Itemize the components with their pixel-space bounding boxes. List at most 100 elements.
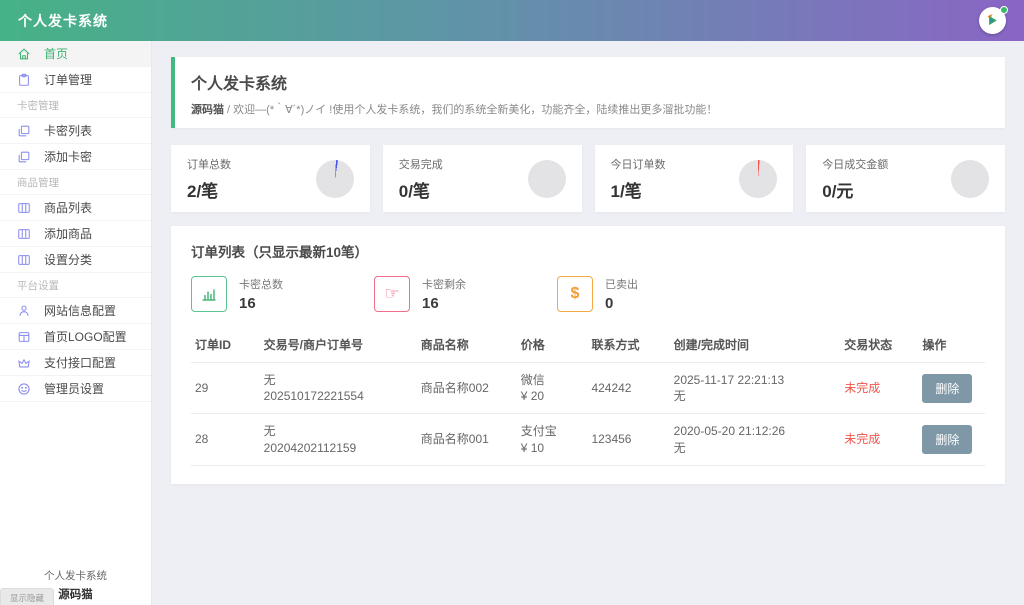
sidebar-item-label: 设置分类 bbox=[44, 251, 92, 268]
mini-stat-label: 卡密剩余 bbox=[422, 276, 466, 292]
orders-table: 订单ID 交易号/商户订单号 商品名称 价格 联系方式 创建/完成时间 交易状态… bbox=[191, 327, 985, 466]
stat-value: 1/笔 bbox=[611, 177, 666, 202]
sidebar-item-orders[interactable]: 订单管理 bbox=[0, 67, 151, 93]
sidebar-item-payment-config[interactable]: 支付接口配置 bbox=[0, 350, 151, 376]
cell-action: 删除 bbox=[918, 414, 985, 465]
banner-author: 源码猫 bbox=[191, 104, 224, 116]
sidebar-section-platform: 平台设置 bbox=[0, 273, 151, 298]
stat-value: 0/笔 bbox=[399, 177, 443, 202]
sidebar-item-label: 添加卡密 bbox=[44, 148, 92, 165]
pie-chart-icon bbox=[739, 160, 777, 198]
table-row: 29 无 202510172221554 商品名称002 微信 ¥ 20 424… bbox=[191, 363, 985, 414]
banner-title: 个人发卡系统 bbox=[191, 70, 989, 94]
sidebar-item-label: 添加商品 bbox=[44, 225, 92, 242]
stats-row: 订单总数 2/笔 交易完成 0/笔 今日订单数 1/笔 今日成交金额 0/元 bbox=[171, 145, 1005, 212]
sidebar-item-site-info[interactable]: 网站信息配置 bbox=[0, 298, 151, 324]
pie-chart-icon bbox=[951, 160, 989, 198]
cell-price: 微信 ¥ 20 bbox=[517, 363, 588, 414]
table-header-row: 订单ID 交易号/商户订单号 商品名称 价格 联系方式 创建/完成时间 交易状态… bbox=[191, 327, 985, 363]
layout-icon bbox=[17, 330, 31, 344]
order-list-panel: 订单列表（只显示最新10笔） 卡密总数 16 ☞ 卡密剩余 16 $ bbox=[171, 226, 1005, 484]
cell-action: 删除 bbox=[918, 363, 985, 414]
home-icon bbox=[17, 47, 31, 61]
col-header-action: 操作 bbox=[918, 327, 985, 363]
book-icon bbox=[17, 201, 31, 215]
dollar-icon: $ bbox=[557, 276, 593, 312]
sidebar: 首页 订单管理 卡密管理 卡密列表 添加卡密 商品管理 商品列表 添加商品 bbox=[0, 41, 152, 605]
sidebar-item-logo-config[interactable]: 首页LOGO配置 bbox=[0, 324, 151, 350]
col-header-price: 价格 bbox=[517, 327, 588, 363]
stat-value: 2/笔 bbox=[187, 177, 231, 202]
delete-button[interactable]: 删除 bbox=[922, 425, 972, 454]
mini-stats-row: 卡密总数 16 ☞ 卡密剩余 16 $ 已卖出 0 bbox=[191, 276, 985, 312]
sidebar-item-product-list[interactable]: 商品列表 bbox=[0, 195, 151, 221]
sidebar-item-card-add[interactable]: 添加卡密 bbox=[0, 144, 151, 170]
stat-label: 订单总数 bbox=[187, 156, 231, 172]
top-header-bar: 个人发卡系统 bbox=[0, 0, 1024, 41]
book-icon bbox=[17, 253, 31, 267]
mini-stat-label: 卡密总数 bbox=[239, 276, 283, 292]
crown-icon bbox=[17, 356, 31, 370]
stat-label: 交易完成 bbox=[399, 156, 443, 172]
col-header-time: 创建/完成时间 bbox=[670, 327, 841, 363]
book-icon bbox=[17, 227, 31, 241]
sidebar-item-product-add[interactable]: 添加商品 bbox=[0, 221, 151, 247]
stat-card-today-orders: 今日订单数 1/笔 bbox=[595, 145, 794, 212]
sidebar-section-cards: 卡密管理 bbox=[0, 93, 151, 118]
col-header-contact: 联系方式 bbox=[587, 327, 669, 363]
mini-stat-card-remaining: ☞ 卡密剩余 16 bbox=[374, 276, 557, 312]
sidebar-item-label: 支付接口配置 bbox=[44, 354, 116, 371]
sidebar-item-label: 网站信息配置 bbox=[44, 302, 116, 319]
status-badge: 未完成 bbox=[844, 381, 880, 395]
layers-icon bbox=[17, 150, 31, 164]
cell-status: 未完成 bbox=[840, 363, 918, 414]
smiley-icon bbox=[17, 382, 31, 396]
sidebar-item-admin-settings[interactable]: 管理员设置 bbox=[0, 376, 151, 402]
main-content: 个人发卡系统 源码猫 / 欢迎—(*｀∀´*)ノイ !使用个人发卡系统，我们的系… bbox=[152, 41, 1024, 605]
welcome-banner: 个人发卡系统 源码猫 / 欢迎—(*｀∀´*)ノイ !使用个人发卡系统，我们的系… bbox=[171, 57, 1005, 128]
sidebar-item-label: 首页LOGO配置 bbox=[44, 328, 127, 345]
cell-time: 2020-05-20 21:12:26 无 bbox=[670, 414, 841, 465]
stat-value: 0/元 bbox=[822, 177, 888, 202]
table-row: 28 无 20204202112159 商品名称001 支付宝 ¥ 10 123… bbox=[191, 414, 985, 465]
cell-order-id: 29 bbox=[191, 363, 260, 414]
col-header-product: 商品名称 bbox=[417, 327, 517, 363]
cell-contact: 123456 bbox=[587, 414, 669, 465]
sidebar-item-label: 订单管理 bbox=[44, 71, 92, 88]
cell-txn: 无 20204202112159 bbox=[260, 414, 417, 465]
delete-button[interactable]: 删除 bbox=[922, 374, 972, 403]
cell-time: 2025-11-17 22:21:13 无 bbox=[670, 363, 841, 414]
banner-subtitle: 源码猫 / 欢迎—(*｀∀´*)ノイ !使用个人发卡系统，我们的系统全新美化，功… bbox=[191, 101, 989, 117]
sidebar-item-label: 管理员设置 bbox=[44, 380, 104, 397]
col-header-status: 交易状态 bbox=[840, 327, 918, 363]
user-avatar[interactable] bbox=[979, 7, 1006, 34]
cell-txn: 无 202510172221554 bbox=[260, 363, 417, 414]
mini-stat-card-sold: $ 已卖出 0 bbox=[557, 276, 740, 312]
panel-title: 订单列表（只显示最新10笔） bbox=[191, 241, 985, 261]
play-logo-icon bbox=[984, 12, 1001, 29]
mini-stat-card-total: 卡密总数 16 bbox=[191, 276, 374, 312]
sidebar-item-home[interactable]: 首页 bbox=[0, 41, 151, 67]
mini-stat-value: 16 bbox=[239, 295, 283, 312]
status-badge: 未完成 bbox=[844, 432, 880, 446]
cell-price: 支付宝 ¥ 10 bbox=[517, 414, 588, 465]
person-icon bbox=[17, 304, 31, 318]
cell-product: 商品名称001 bbox=[417, 414, 517, 465]
hand-icon: ☞ bbox=[374, 276, 410, 312]
sidebar-item-label: 首页 bbox=[44, 45, 68, 62]
sidebar-item-card-list[interactable]: 卡密列表 bbox=[0, 118, 151, 144]
cell-product: 商品名称002 bbox=[417, 363, 517, 414]
cell-order-id: 28 bbox=[191, 414, 260, 465]
mini-stat-value: 16 bbox=[422, 295, 466, 312]
pie-chart-icon bbox=[316, 160, 354, 198]
clipboard-icon bbox=[17, 73, 31, 87]
sidebar-section-products: 商品管理 bbox=[0, 170, 151, 195]
sidebar-item-label: 卡密列表 bbox=[44, 122, 92, 139]
stat-card-today-amount: 今日成交金额 0/元 bbox=[806, 145, 1005, 212]
stat-card-total-orders: 订单总数 2/笔 bbox=[171, 145, 370, 212]
mini-stat-value: 0 bbox=[605, 295, 638, 312]
sidebar-item-label: 商品列表 bbox=[44, 199, 92, 216]
sidebar-item-category[interactable]: 设置分类 bbox=[0, 247, 151, 273]
stat-label: 今日订单数 bbox=[611, 156, 666, 172]
stat-label: 今日成交金额 bbox=[822, 156, 888, 172]
